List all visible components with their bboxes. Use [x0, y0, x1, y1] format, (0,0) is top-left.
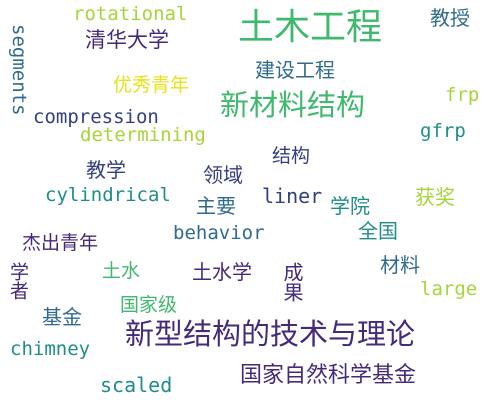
word-achievement: 成果	[280, 262, 304, 302]
word-large: large	[420, 278, 478, 300]
word-scaled: scaled	[100, 373, 173, 397]
word-national-level: 国家级	[120, 294, 178, 316]
word-rotational: rotational	[73, 3, 188, 25]
word-construction-engineering: 建设工程	[255, 58, 335, 82]
word-national: 全国	[358, 219, 398, 243]
word-cloud: 土木工程 新型结构的技术与理论 新材料结构 国家自然科学基金 清华大学 优秀青年…	[0, 0, 500, 400]
word-cylindrical: cylindrical	[45, 184, 171, 206]
word-teaching: 教学	[86, 158, 126, 182]
word-structure: 结构	[272, 145, 311, 167]
word-gfrp: gfrp	[420, 120, 466, 142]
word-tushuixue: 土水学	[192, 260, 252, 284]
word-scholar: 学者	[7, 262, 29, 300]
word-outstanding-youth: 优秀青年	[113, 74, 190, 96]
word-tsinghua: 清华大学	[85, 28, 169, 52]
word-new-structure-tech-theory: 新型结构的技术与理论	[125, 317, 416, 351]
word-material: 材料	[380, 253, 420, 277]
word-fund: 基金	[42, 305, 82, 329]
word-determining: determining	[80, 124, 206, 146]
word-professor: 教授	[430, 6, 470, 30]
word-college: 学院	[330, 194, 370, 218]
word-distinguished-youth: 杰出青年	[22, 232, 99, 254]
word-nsfc: 国家自然科学基金	[240, 363, 417, 388]
word-behavior: behavior	[173, 222, 265, 244]
word-segments: segments	[8, 24, 30, 116]
word-award: 获奖	[415, 185, 455, 209]
word-new-material-structure: 新材料结构	[220, 88, 366, 122]
word-frp: frp	[445, 84, 480, 106]
word-chimney: chimney	[10, 338, 91, 360]
word-field: 领域	[203, 163, 243, 187]
word-civil-engineering: 土木工程	[238, 7, 383, 48]
word-tushui: 土水	[102, 260, 141, 282]
word-main: 主要	[196, 194, 236, 218]
word-liner: liner	[262, 184, 323, 208]
